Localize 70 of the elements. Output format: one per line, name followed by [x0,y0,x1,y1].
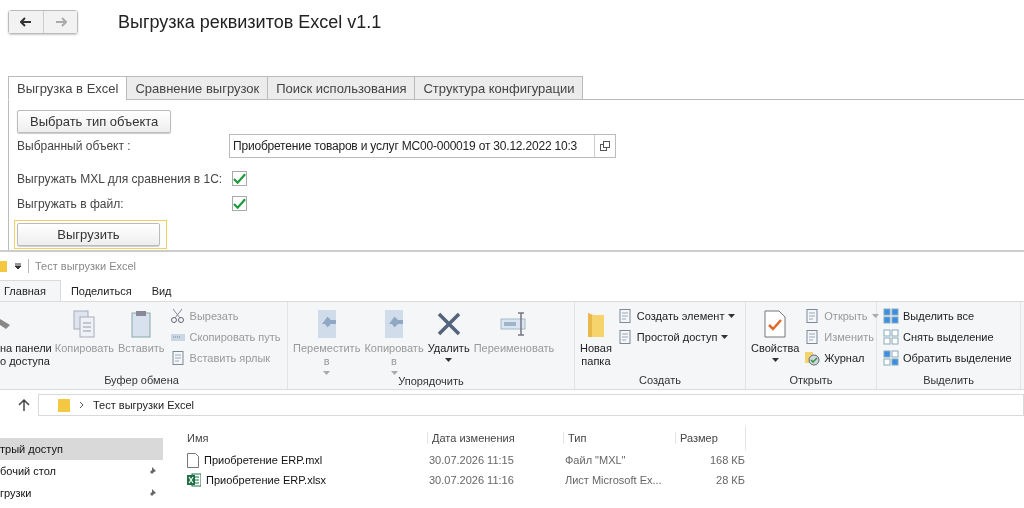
column-header[interactable]: Имя [185,432,427,444]
back-button[interactable] [9,11,43,33]
file-date: 30.07.2026 11:16 [428,474,515,486]
ribbon-button[interactable]: Журнал [802,348,881,367]
ribbon-button[interactable]: Свойства [750,306,801,374]
export-button[interactable]: Выгрузить [17,223,160,246]
file-size: 28 КБ [715,474,745,486]
ribbon-button[interactable]: Новая папка [579,306,613,374]
checkbox[interactable] [232,196,247,211]
grid-icon [883,349,899,366]
ribbon-button[interactable]: Создать элемент [614,306,738,325]
file-type: Файл "MXL" [564,454,627,466]
up-arrow-icon[interactable] [18,398,30,412]
column-header[interactable]: Тип [563,432,675,444]
nav-item[interactable]: грузки [0,482,163,504]
document-icon [169,349,186,366]
ribbon-group-title: Создать [638,374,682,388]
ribbon-button[interactable]: Обратить выделение [881,348,1014,367]
forward-arrow-icon [54,17,67,27]
dropdown-icon[interactable] [14,262,22,270]
ribbon-button[interactable]: Выделить все [881,306,1014,325]
ribbon-group-title: Выделить [922,374,975,388]
nav-item[interactable]: трый доступ [0,438,163,460]
checkbox[interactable] [232,171,247,186]
back-arrow-icon [20,17,32,27]
grid-icon [883,307,899,324]
document-icon [616,328,633,345]
clipboard-icon [129,309,154,339]
ribbon-button[interactable]: на панели о доступа [0,306,52,374]
ribbon-button[interactable]: Снять выделение [881,327,1014,346]
field-label: Выгружать MXL для сравнения в 1С: [17,171,224,186]
file-name[interactable]: Приобретение ERP.xlsx [185,473,427,487]
object-field[interactable]: Приобретение товаров и услуг МС00-000019 от 30.12.2022 10:3 [229,133,616,158]
ribbon-button[interactable]: Простой доступ [614,327,738,346]
nav-item[interactable]: бочий стол [0,460,163,482]
document-icon [616,307,633,324]
delete-icon [435,311,462,337]
address-bar[interactable]: Тест выгрузки Excel [38,394,1024,416]
scissors-icon [169,307,186,324]
tab[interactable]: Поиск использования [267,76,416,100]
tab[interactable]: Структура конфигурации [414,76,584,100]
file-date: 30.07.2026 11:15 [428,454,515,466]
grid-icon [883,328,899,345]
folder-icon [57,397,71,413]
spreadsheet-icon [187,473,201,487]
chevron-icon [79,401,85,409]
document-icon [187,452,199,468]
form-title: Выгрузка реквизитов Excel v1.1 [118,11,382,33]
ribbon-group-title: Открыть [788,374,834,388]
ribbon-group-title: Буфер обмена [103,374,180,388]
document-icon [804,307,821,324]
rename-icon [498,310,529,338]
checked-document-icon [763,309,788,339]
field-label: Выгружать в файл: [17,196,125,211]
journal-icon [804,349,821,366]
column-header[interactable]: Размер [675,432,745,444]
tab[interactable]: Сравнение выгрузок [126,76,269,100]
file-type: Лист Microsoft Ex... [564,474,663,486]
ribbon-group-title: Упорядочить [397,375,465,389]
field-label: Выбранный объект : [17,138,132,153]
select-type-button[interactable]: Выбрать тип объекта [17,110,172,133]
file-name[interactable]: Приобретение ERP.mxl [185,452,427,468]
ribbon-button[interactable]: Удалить [426,306,471,375]
ribbon-tab[interactable]: Главная [0,280,61,301]
folder-icon [0,259,8,273]
file-size: 168 КБ [708,454,745,466]
tab[interactable]: Выгрузка в Excel [8,76,128,100]
document-icon [804,328,821,345]
column-header[interactable]: Дата изменения [427,432,563,444]
window-title: Тест выгрузки Excel [35,260,137,272]
